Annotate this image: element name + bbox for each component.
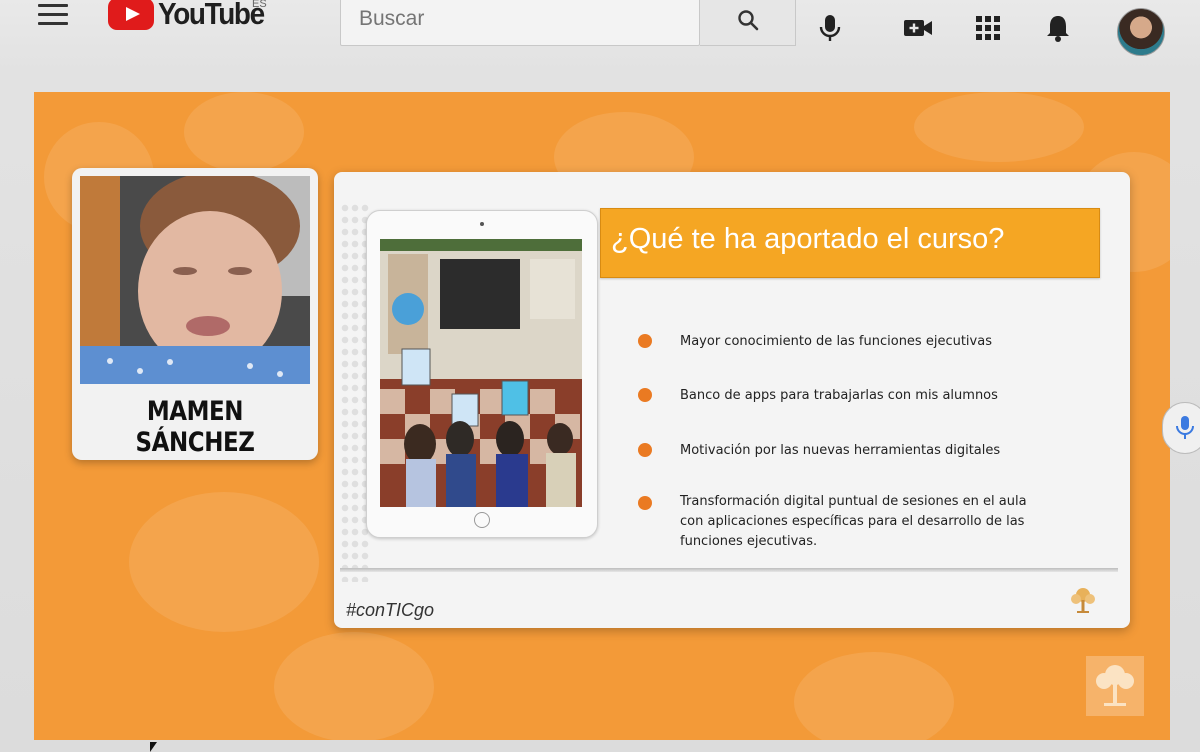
create-video-icon [904,20,932,36]
mic-icon [819,15,841,41]
presenter-name: MAMEN SÁNCHEZ [135,396,255,458]
classroom-photo [380,239,582,507]
slide-hashtag: #conTICgo [346,600,435,620]
presentation-slide: ¿Qué te ha aportado el curso? Mayor cono… [334,172,1130,628]
voice-search-button[interactable] [812,10,848,46]
apps-grid-icon [976,16,1000,40]
youtube-play-icon [108,0,154,30]
presenter-card: MAMEN SÁNCHEZ [72,168,318,460]
tablet-home-button [474,512,490,528]
slide-title-bar: ¿Qué te ha aportado el curso? [600,208,1100,278]
mouse-cursor-icon [150,742,157,752]
notifications-bell-icon [1047,16,1069,42]
avatar[interactable] [1117,8,1165,56]
create-button[interactable] [900,10,936,46]
bullet-dot-icon [638,443,652,457]
search-icon [737,10,758,31]
tablet-camera [480,222,484,226]
search-button[interactable] [700,0,796,46]
menu-icon[interactable] [38,4,68,26]
youtube-logo[interactable]: YouTube [108,0,276,32]
bokeh-decoration [794,652,954,740]
apps-button[interactable] [970,10,1006,46]
search-field[interactable] [340,0,700,46]
slide-title: ¿Qué te ha aportado el curso? [611,223,1005,255]
bullet-text: Banco de apps para trabajarlas con mis a… [680,388,998,403]
bullet-text: Motivación por las nuevas herramientas d… [680,443,1001,458]
masthead: YouTube ES [0,0,1200,72]
channel-watermark-icon[interactable] [1086,656,1144,716]
bokeh-decoration [129,492,319,632]
bullet-dot-icon [638,496,652,510]
tablet-illustration [366,210,598,538]
bullet-text: Transformación digital puntual de sesion… [680,494,1027,549]
bokeh-decoration [184,92,304,172]
presenter-webcam-image [80,176,310,384]
region-code: ES [252,0,267,10]
bullet-text: Mayor conocimiento de las funciones ejec… [680,334,992,349]
search-input[interactable] [341,0,699,43]
side-mic-button[interactable] [1162,402,1200,454]
mic-icon [1176,416,1194,439]
logo-text: YouTube [158,0,265,31]
bokeh-decoration [274,632,434,740]
bokeh-decoration [914,92,1084,162]
slide-divider [340,568,1118,572]
tree-logo-icon [1071,588,1095,613]
bullet-dot-icon [638,334,652,348]
bullet-dot-icon [638,388,652,402]
notifications-button[interactable] [1040,10,1076,46]
